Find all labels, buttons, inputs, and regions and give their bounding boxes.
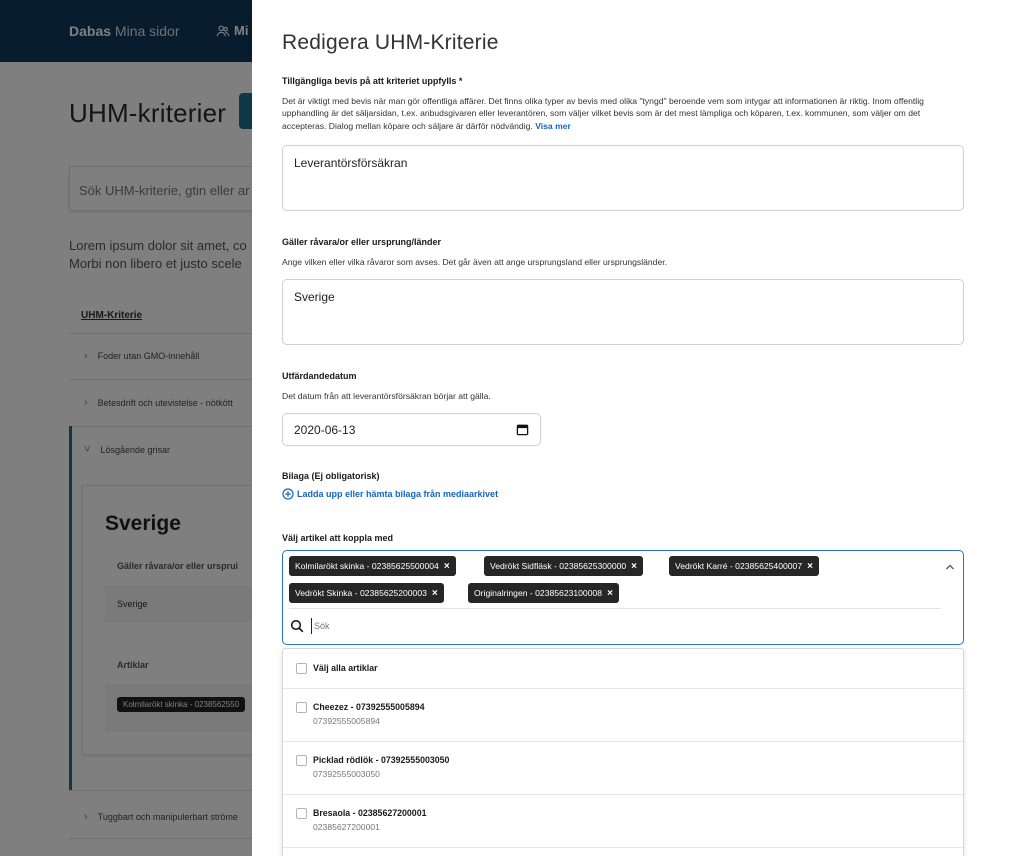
article-option-gtin: 07392555003050: [313, 769, 380, 779]
evidence-description: Det är viktigt med bevis när man gör off…: [282, 95, 962, 132]
checkbox[interactable]: [296, 702, 307, 713]
issue-date-description: Det datum från att leverantörsförsäkran …: [282, 391, 491, 401]
article-option-gtin: 07392555005894: [313, 716, 380, 726]
article-chip-label: Kolmilarökt skinka - 02385625500004: [295, 561, 439, 571]
article-option[interactable]: Cheezez - 07392555005894 07392555005894: [283, 689, 963, 742]
origin-description: Ange vilken eller vilka råvaror som avse…: [282, 257, 668, 267]
article-chip-label: Vedrökt Sidfläsk - 02385625300000: [490, 561, 627, 571]
evidence-field[interactable]: Leverantörsförsäkran: [282, 145, 964, 211]
issue-date-label: Utfärdandedatum: [282, 371, 357, 381]
issue-date-value: 2020-06-13: [294, 423, 356, 437]
edit-criterion-drawer: Redigera UHM-Kriterie Tillgängliga bevis…: [252, 0, 1024, 856]
checkbox[interactable]: [296, 663, 307, 674]
drawer-title: Redigera UHM-Kriterie: [282, 31, 499, 54]
article-chip-label: Vedrökt Karré - 02385625400007: [675, 561, 803, 571]
search-icon: [290, 619, 304, 633]
article-chip-label: Vedrökt Skinka - 02385625200003: [295, 588, 427, 598]
multiselect-divider: [289, 608, 941, 609]
article-option-gtin: 02385627200001: [313, 822, 380, 832]
checkbox[interactable]: [296, 808, 307, 819]
evidence-description-text: Det är viktigt med bevis när man gör off…: [282, 96, 924, 131]
article-search-input[interactable]: [311, 618, 711, 634]
issue-date-field[interactable]: 2020-06-13: [282, 413, 541, 446]
article-chip: Vedrökt Sidfläsk - 02385625300000 ×: [484, 556, 644, 576]
evidence-field-value: Leverantörsförsäkran: [294, 156, 408, 170]
article-chip: Kolmilarökt skinka - 02385625500004 ×: [289, 556, 456, 576]
article-option-name: Cheezez - 07392555005894: [313, 702, 425, 712]
show-more-link[interactable]: Visa mer: [535, 121, 571, 131]
remove-chip-icon[interactable]: ×: [631, 561, 637, 572]
article-chip-label: Originalringen - 02385623100008: [474, 588, 603, 598]
remove-chip-icon[interactable]: ×: [807, 561, 813, 572]
article-chip: Vedrökt Skinka - 02385625200003 ×: [289, 583, 444, 603]
article-option-name: Picklad rödlök - 07392555003050: [313, 755, 450, 765]
origin-field-value: Sverige: [294, 290, 335, 304]
upload-attachment-link[interactable]: Ladda upp eller hämta bilaga från mediaa…: [282, 488, 498, 500]
remove-chip-icon[interactable]: ×: [432, 588, 438, 599]
remove-chip-icon[interactable]: ×: [444, 561, 450, 572]
article-dropdown: Välj alla artiklar Cheezez - 07392555005…: [282, 648, 964, 856]
article-chip: Originalringen - 02385623100008 ×: [468, 583, 619, 603]
origin-label: Gäller råvara/or eller ursprung/länder: [282, 237, 442, 247]
checkbox[interactable]: [296, 755, 307, 766]
articles-label: Välj artikel att koppla med: [282, 533, 394, 543]
add-circle-icon: [282, 488, 294, 500]
origin-field[interactable]: Sverige: [282, 279, 964, 345]
chevron-up-icon[interactable]: [944, 561, 956, 573]
attachment-label: Bilaga (Ej obligatorisk): [282, 471, 380, 481]
evidence-label: Tillgängliga bevis på att kriteriet uppf…: [282, 76, 463, 86]
article-option[interactable]: Picklad rödlök - 07392555003050 07392555…: [283, 742, 963, 795]
select-all-label: Välj alla artiklar: [313, 663, 378, 673]
article-option-name: Bresaola - 02385627200001: [313, 808, 427, 818]
article-multiselect[interactable]: Kolmilarökt skinka - 02385625500004 × Ve…: [282, 550, 964, 645]
upload-attachment-label: Ladda upp eller hämta bilaga från mediaa…: [297, 489, 499, 499]
select-all-option[interactable]: Välj alla artiklar: [283, 649, 963, 689]
remove-chip-icon[interactable]: ×: [607, 588, 613, 599]
article-option[interactable]: Bresaola - 02385627200001 02385627200001: [283, 795, 963, 848]
article-chip: Vedrökt Karré - 02385625400007 ×: [669, 556, 819, 576]
calendar-icon[interactable]: [516, 423, 529, 436]
